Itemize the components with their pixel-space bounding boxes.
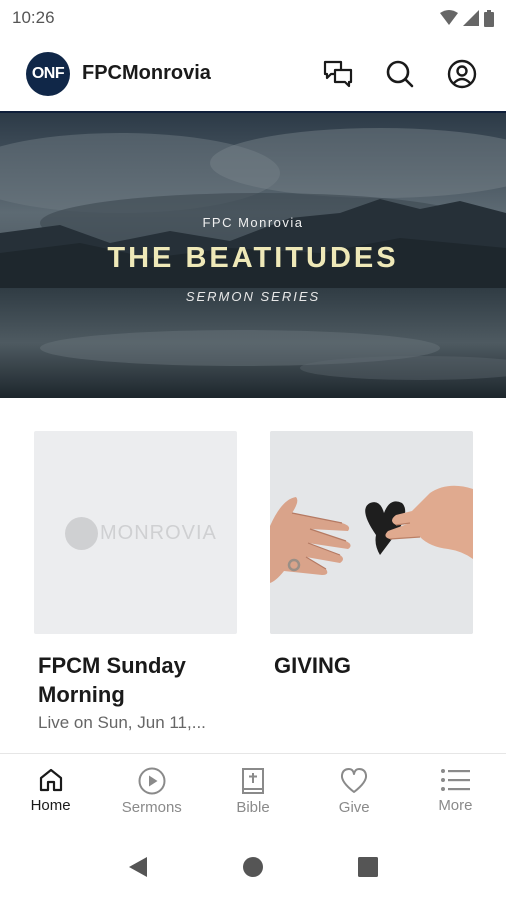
nav-more[interactable]: More: [405, 754, 506, 833]
recents-icon[interactable]: [357, 856, 379, 878]
card-thumbnail: MONROVIA: [34, 431, 237, 634]
back-icon[interactable]: [127, 855, 149, 879]
home-icon: [39, 768, 62, 792]
hero-banner[interactable]: FPC Monrovia THE BEATITUDES SERMON SERIE…: [0, 113, 506, 398]
card-meta: Live on Sun, Jun 11,...: [38, 713, 206, 732]
hero-text: FPC Monrovia THE BEATITUDES SERMON SERIE…: [0, 113, 506, 398]
monrovia-logo: MONROVIA: [65, 517, 217, 550]
status-time: 10:26: [12, 8, 55, 27]
giving-hands-image: [270, 431, 473, 634]
nav-label: More: [438, 797, 473, 814]
nav-label: Bible: [236, 799, 270, 816]
app-actions: [320, 56, 480, 92]
card-giving[interactable]: GIVING: [270, 431, 473, 741]
logo-circle-icon: [65, 517, 98, 550]
hero-subtitle: SERMON SERIES: [185, 289, 321, 304]
system-nav: [0, 833, 506, 900]
hero-org: FPC Monrovia: [202, 215, 304, 230]
church-logo[interactable]: ONF: [26, 51, 70, 96]
heart-icon: [341, 768, 368, 793]
nav-bible[interactable]: Bible: [202, 754, 303, 833]
search-icon[interactable]: [382, 56, 418, 92]
play-circle-icon: [138, 767, 166, 795]
nav-label: Sermons: [121, 799, 182, 816]
content-cards: MONROVIA FPCM Sunday Morning Live on Sun…: [34, 431, 474, 741]
hero-title: THE BEATITUDES: [107, 242, 399, 274]
nav-label: Give: [338, 799, 370, 816]
app-title: FPCMonrovia: [82, 62, 211, 84]
nav-sermons[interactable]: Sermons: [101, 754, 202, 833]
logo-text: MONROVIA: [100, 522, 217, 544]
list-icon: [441, 769, 471, 791]
nav-label: Home: [30, 797, 71, 814]
status-icons: [440, 9, 494, 27]
nav-give[interactable]: Give: [304, 754, 405, 833]
bottom-nav: Home Sermons Bible Give More: [0, 753, 506, 833]
wifi-icon: [440, 10, 458, 25]
app-bar: ONF FPCMonrovia: [0, 36, 506, 113]
chat-icon[interactable]: [320, 56, 356, 92]
signal-icon: [463, 10, 479, 26]
card-thumbnail: [270, 431, 473, 634]
card-title: GIVING: [274, 653, 352, 678]
bible-icon: [242, 768, 264, 794]
card-sunday-morning[interactable]: MONROVIA FPCM Sunday Morning Live on Sun…: [34, 431, 237, 741]
card-title: FPCM Sunday Morning: [38, 653, 186, 707]
account-icon[interactable]: [444, 56, 480, 92]
nav-home[interactable]: Home: [0, 754, 101, 833]
battery-icon: [484, 9, 494, 27]
status-bar: 10:26: [0, 0, 506, 36]
home-button-icon[interactable]: [242, 856, 264, 878]
